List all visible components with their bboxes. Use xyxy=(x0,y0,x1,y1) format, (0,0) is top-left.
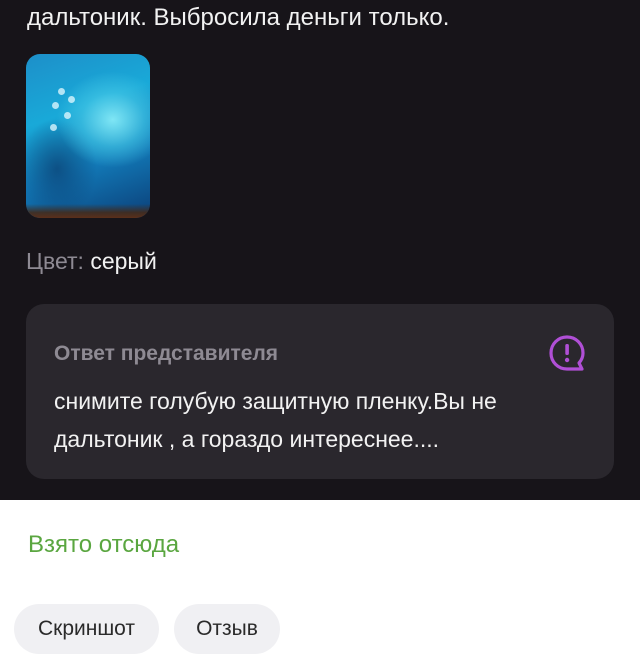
tag-chip-review[interactable]: Отзыв xyxy=(174,604,280,654)
question-mark-speech-bubble-icon[interactable] xyxy=(548,334,586,372)
review-panel: дальтоник. Выбросила деньги только. Цвет… xyxy=(0,0,640,500)
answer-body: снимите голубую защитную пленку.Вы не да… xyxy=(54,388,497,452)
source-link[interactable]: Взято отсюда xyxy=(28,530,179,560)
representative-answer-card: Ответ представителя снимите голубую защи… xyxy=(26,304,614,479)
tag-chip-screenshot[interactable]: Скриншот xyxy=(14,604,159,654)
answer-title: Ответ представителя xyxy=(54,342,279,365)
color-attribute: Цвет: серый xyxy=(26,246,157,276)
review-text: дальтоник. Выбросила деньги только. xyxy=(27,4,450,31)
color-label: Цвет: xyxy=(26,248,84,274)
photo-edge xyxy=(26,204,150,218)
color-value: серый xyxy=(90,248,157,274)
review-photo-thumbnail[interactable] xyxy=(26,54,150,218)
photo-reflection xyxy=(44,84,84,144)
